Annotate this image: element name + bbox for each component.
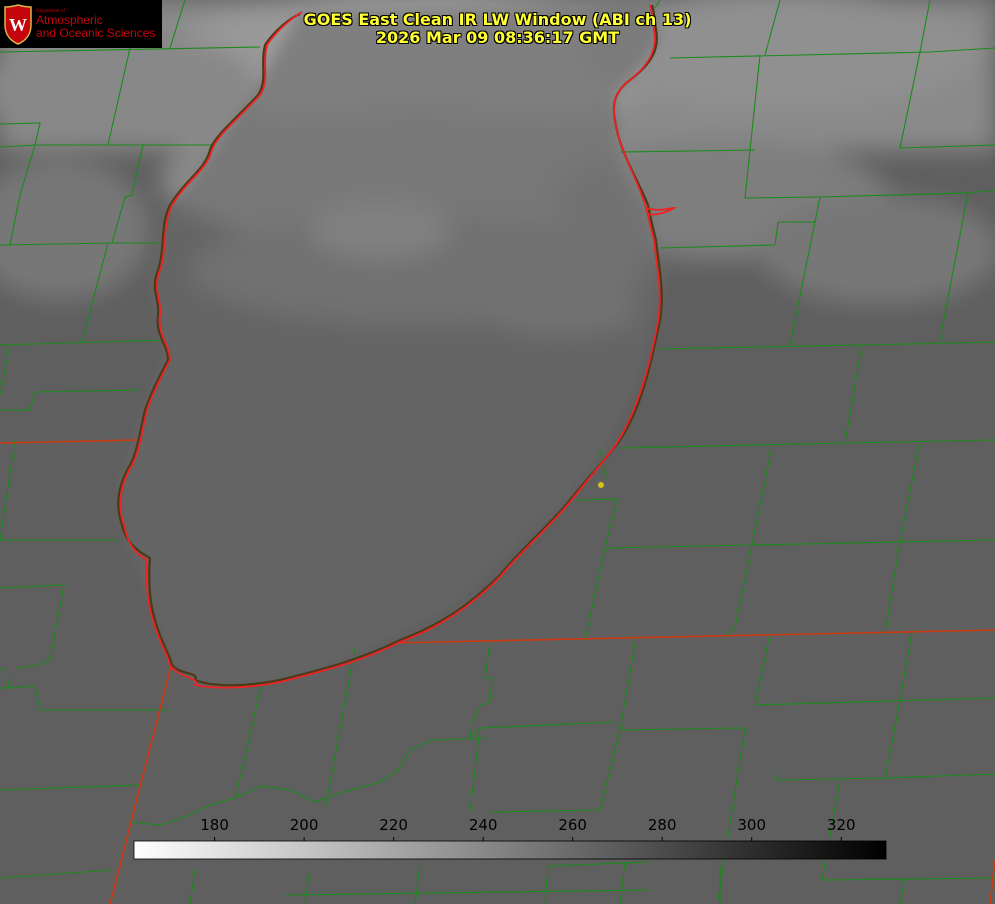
colorbar-tick-label: 300 — [737, 816, 766, 834]
colorbar-tick-label: 220 — [379, 816, 408, 834]
colorbar-gradient — [133, 840, 887, 860]
logo-line-1: Atmospheric — [36, 12, 103, 27]
aos-logo[interactable]: W Department of Atmospheric and Oceanic … — [0, 0, 162, 48]
satellite-map: 180 200 220 240 260 280 300 320 — [0, 0, 995, 904]
colorbar-tick-label: 260 — [558, 816, 587, 834]
satellite-view: 180 200 220 240 260 280 300 320 W Department of… — [0, 0, 995, 904]
location-dot-icon — [598, 482, 604, 488]
colorbar-tick-label: 240 — [469, 816, 498, 834]
colorbar-tick-label: 200 — [290, 816, 319, 834]
uw-crest-icon: W — [4, 4, 32, 45]
colorbar-tick-label: 180 — [200, 816, 229, 834]
logo-line-2: and Oceanic Sciences — [36, 25, 156, 40]
colorbar-tick-label: 280 — [648, 816, 677, 834]
colorbar-tick-label: 320 — [827, 816, 856, 834]
svg-text:W: W — [9, 15, 27, 35]
